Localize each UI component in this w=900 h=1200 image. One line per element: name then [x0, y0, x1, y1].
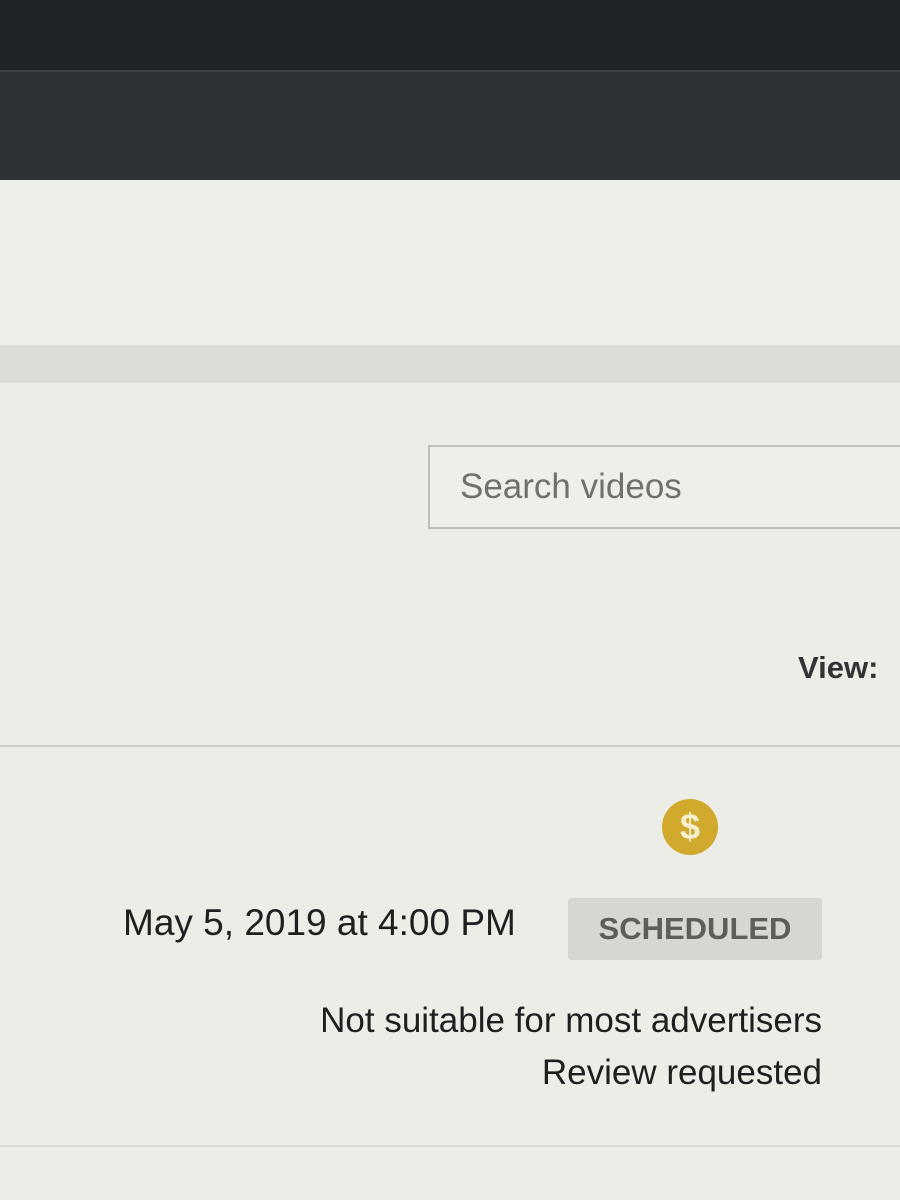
- row-divider: [0, 745, 900, 747]
- dollar-sign-icon[interactable]: $: [662, 799, 718, 855]
- bottom-divider: [0, 1145, 900, 1147]
- ad-suitability-text[interactable]: Not suitable for most advertisers: [320, 995, 822, 1047]
- app-top-bar: [0, 70, 900, 182]
- ad-suitability-status: Not suitable for most advertisers Review…: [320, 995, 822, 1099]
- main-content: View: $ May 5, 2019 at 4:00 PM SCHEDULED…: [0, 180, 900, 1200]
- status-badge: SCHEDULED: [568, 898, 822, 960]
- view-label: View:: [798, 650, 879, 685]
- search-box[interactable]: [428, 445, 900, 529]
- page-header: [0, 180, 900, 345]
- monitor-bezel: [0, 0, 900, 70]
- header-divider-band: [0, 345, 900, 383]
- search-input[interactable]: [460, 465, 880, 509]
- review-status-text: Review requested: [541, 1053, 822, 1092]
- publish-date: May 5, 2019 at 4:00 PM: [123, 902, 516, 943]
